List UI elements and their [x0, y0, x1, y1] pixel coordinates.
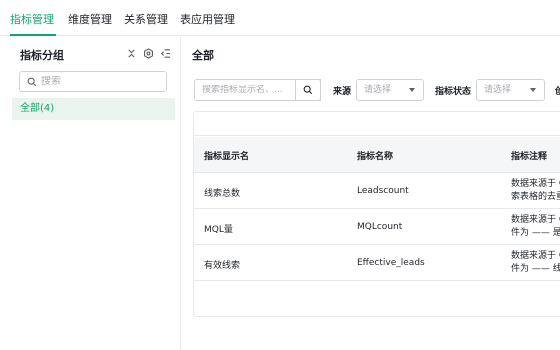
group-search-field[interactable]: [41, 76, 161, 87]
metrics-table: 指标显示名 指标名称 指标注释 线索总数 Leadscount 数据来源于 C …: [193, 111, 560, 317]
truncated-filter-label: 创: [555, 87, 560, 97]
chevron-down-icon: [530, 88, 536, 92]
note-line-2: 件为 —— 线索: [511, 264, 560, 274]
note-line-1: 数据来源于 C: [511, 251, 560, 261]
table-header: 指标显示名 指标名称 指标注释: [194, 137, 560, 173]
chevron-down-icon: [409, 88, 415, 92]
note-line-2: 索表格的去重: [511, 192, 560, 202]
cell-metric-name: Effective_leads: [357, 258, 425, 268]
tab-table-app-management[interactable]: 表应用管理: [180, 11, 235, 27]
metric-search-field[interactable]: [202, 85, 297, 95]
tab-dimension-management[interactable]: 维度管理: [68, 11, 112, 27]
note-line-1: 数据来源于 C: [511, 215, 560, 225]
cell-metric-note: 数据来源于 C 件为 —— 是否: [511, 214, 560, 240]
cell-metric-note: 数据来源于 C 件为 —— 线索: [511, 250, 560, 276]
search-button[interactable]: [295, 79, 321, 101]
status-select-value: 请选择: [484, 85, 512, 95]
top-nav: 指标管理 维度管理 关系管理 表应用管理: [0, 0, 560, 36]
cell-display-name: MQL量: [204, 225, 233, 235]
status-select[interactable]: 请选择: [476, 79, 545, 101]
main-panel: 全部 来源 请选择 指标状态 请选择 创 指标显示名 指标名称 指标注释 线索总…: [182, 37, 560, 350]
sidebar-title: 指标分组: [20, 49, 64, 62]
source-select[interactable]: 请选择: [356, 79, 424, 101]
cell-metric-note: 数据来源于 C 索表格的去重: [511, 178, 560, 204]
settings-icon[interactable]: [142, 47, 155, 60]
group-search-input[interactable]: [19, 71, 167, 92]
cell-metric-name: MQLcount: [357, 222, 403, 232]
note-line-2: 件为 —— 是否: [511, 228, 560, 238]
filter-bar: 来源 请选择 指标状态 请选择 创: [194, 79, 560, 101]
column-header-display-name[interactable]: 指标显示名: [204, 149, 249, 162]
active-tab-indicator: [10, 34, 56, 36]
table-row[interactable]: 线索总数 Leadscount 数据来源于 C 索表格的去重: [194, 174, 560, 209]
cell-display-name: 线索总数: [204, 189, 241, 199]
source-label: 来源: [333, 87, 352, 97]
column-header-metric-note[interactable]: 指标注释: [511, 149, 547, 162]
table-row[interactable]: 有效线索 Effective_leads 数据来源于 C 件为 —— 线索: [194, 246, 560, 281]
sidebar-toolbar: [125, 47, 172, 61]
cell-display-name: 有效线索: [204, 261, 241, 271]
column-header-metric-name[interactable]: 指标名称: [357, 149, 393, 162]
cell-metric-name: Leadscount: [357, 186, 409, 196]
search-icon: [303, 85, 313, 95]
sidebar-item-all[interactable]: 全部(4): [12, 98, 175, 120]
note-line-1: 数据来源于 C: [511, 179, 560, 189]
sidebar: 指标分组 全部(4): [0, 37, 181, 350]
table-row[interactable]: MQL量 MQLcount 数据来源于 C 件为 —— 是否: [194, 210, 560, 245]
collapse-all-icon[interactable]: [125, 47, 138, 60]
table-toolbar: [194, 112, 560, 136]
search-icon: [27, 77, 37, 86]
status-label: 指标状态: [435, 87, 472, 97]
tab-metric-management[interactable]: 指标管理: [10, 11, 54, 27]
tab-relation-management[interactable]: 关系管理: [124, 11, 168, 27]
page-title: 全部: [192, 49, 214, 62]
collapse-sidebar-icon[interactable]: [159, 47, 172, 60]
source-select-value: 请选择: [364, 85, 392, 95]
